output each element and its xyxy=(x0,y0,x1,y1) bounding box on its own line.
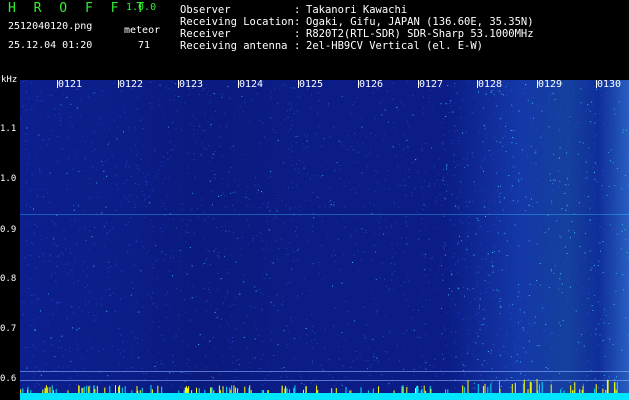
location-label: Receiving Location xyxy=(180,16,294,28)
header-panel: H R O F F T 1.0.0 2512040120.png meteor … xyxy=(0,0,629,75)
time-tick-0124: 0124 xyxy=(239,79,264,90)
freq-tick-1-1: 1.1 xyxy=(0,124,17,134)
timestamp: 25.12.04 01:20 xyxy=(8,40,93,51)
antenna-value: 2el-HB9CV Vertical (el. E-W) xyxy=(306,40,484,52)
observer-value: Takanori Kawachi xyxy=(306,4,408,16)
file-name: 2512040120.png xyxy=(8,21,93,32)
location-separator: : xyxy=(294,16,301,28)
event-count: 71 xyxy=(138,40,151,51)
freq-tick-1-0: 1.0 xyxy=(0,174,17,184)
receiver-label: Receiver xyxy=(180,28,231,40)
observer-label: Observer xyxy=(180,4,231,16)
frequency-unit-label: kHz xyxy=(1,75,18,85)
receiver-value: R820T2(RTL-SDR) SDR-Sharp 53.1000MHz xyxy=(306,28,534,40)
time-tick-0121: 0121 xyxy=(58,79,83,90)
observer-separator: : xyxy=(294,4,301,16)
antenna-label: Receiving antenna xyxy=(180,40,288,52)
antenna-separator: : xyxy=(294,40,301,52)
time-tick-0129: 0129 xyxy=(538,79,563,90)
time-tick-0126: 0126 xyxy=(359,79,384,90)
freq-tick-0-8: 0.8 xyxy=(0,274,17,284)
time-tick-0123: 0123 xyxy=(179,79,204,90)
time-tick-0122: 0122 xyxy=(119,79,144,90)
freq-tick-0-9: 0.9 xyxy=(0,225,17,235)
time-tick-0127: 0127 xyxy=(419,79,444,90)
app-version: 1.0.0 xyxy=(126,2,157,13)
event-type-label: meteor xyxy=(124,25,161,36)
spectrogram-noise xyxy=(20,80,629,400)
time-tick-0130: 0130 xyxy=(597,79,622,90)
spectrogram-plot xyxy=(20,80,629,400)
time-tick-0128: 0128 xyxy=(478,79,503,90)
freq-tick-0-6: 0.6 xyxy=(0,374,17,384)
freq-tick-0-7: 0.7 xyxy=(0,324,17,334)
time-tick-0125: 0125 xyxy=(299,79,324,90)
location-value: Ogaki, Gifu, JAPAN (136.60E, 35.35N) xyxy=(306,16,534,28)
receiver-separator: : xyxy=(294,28,301,40)
